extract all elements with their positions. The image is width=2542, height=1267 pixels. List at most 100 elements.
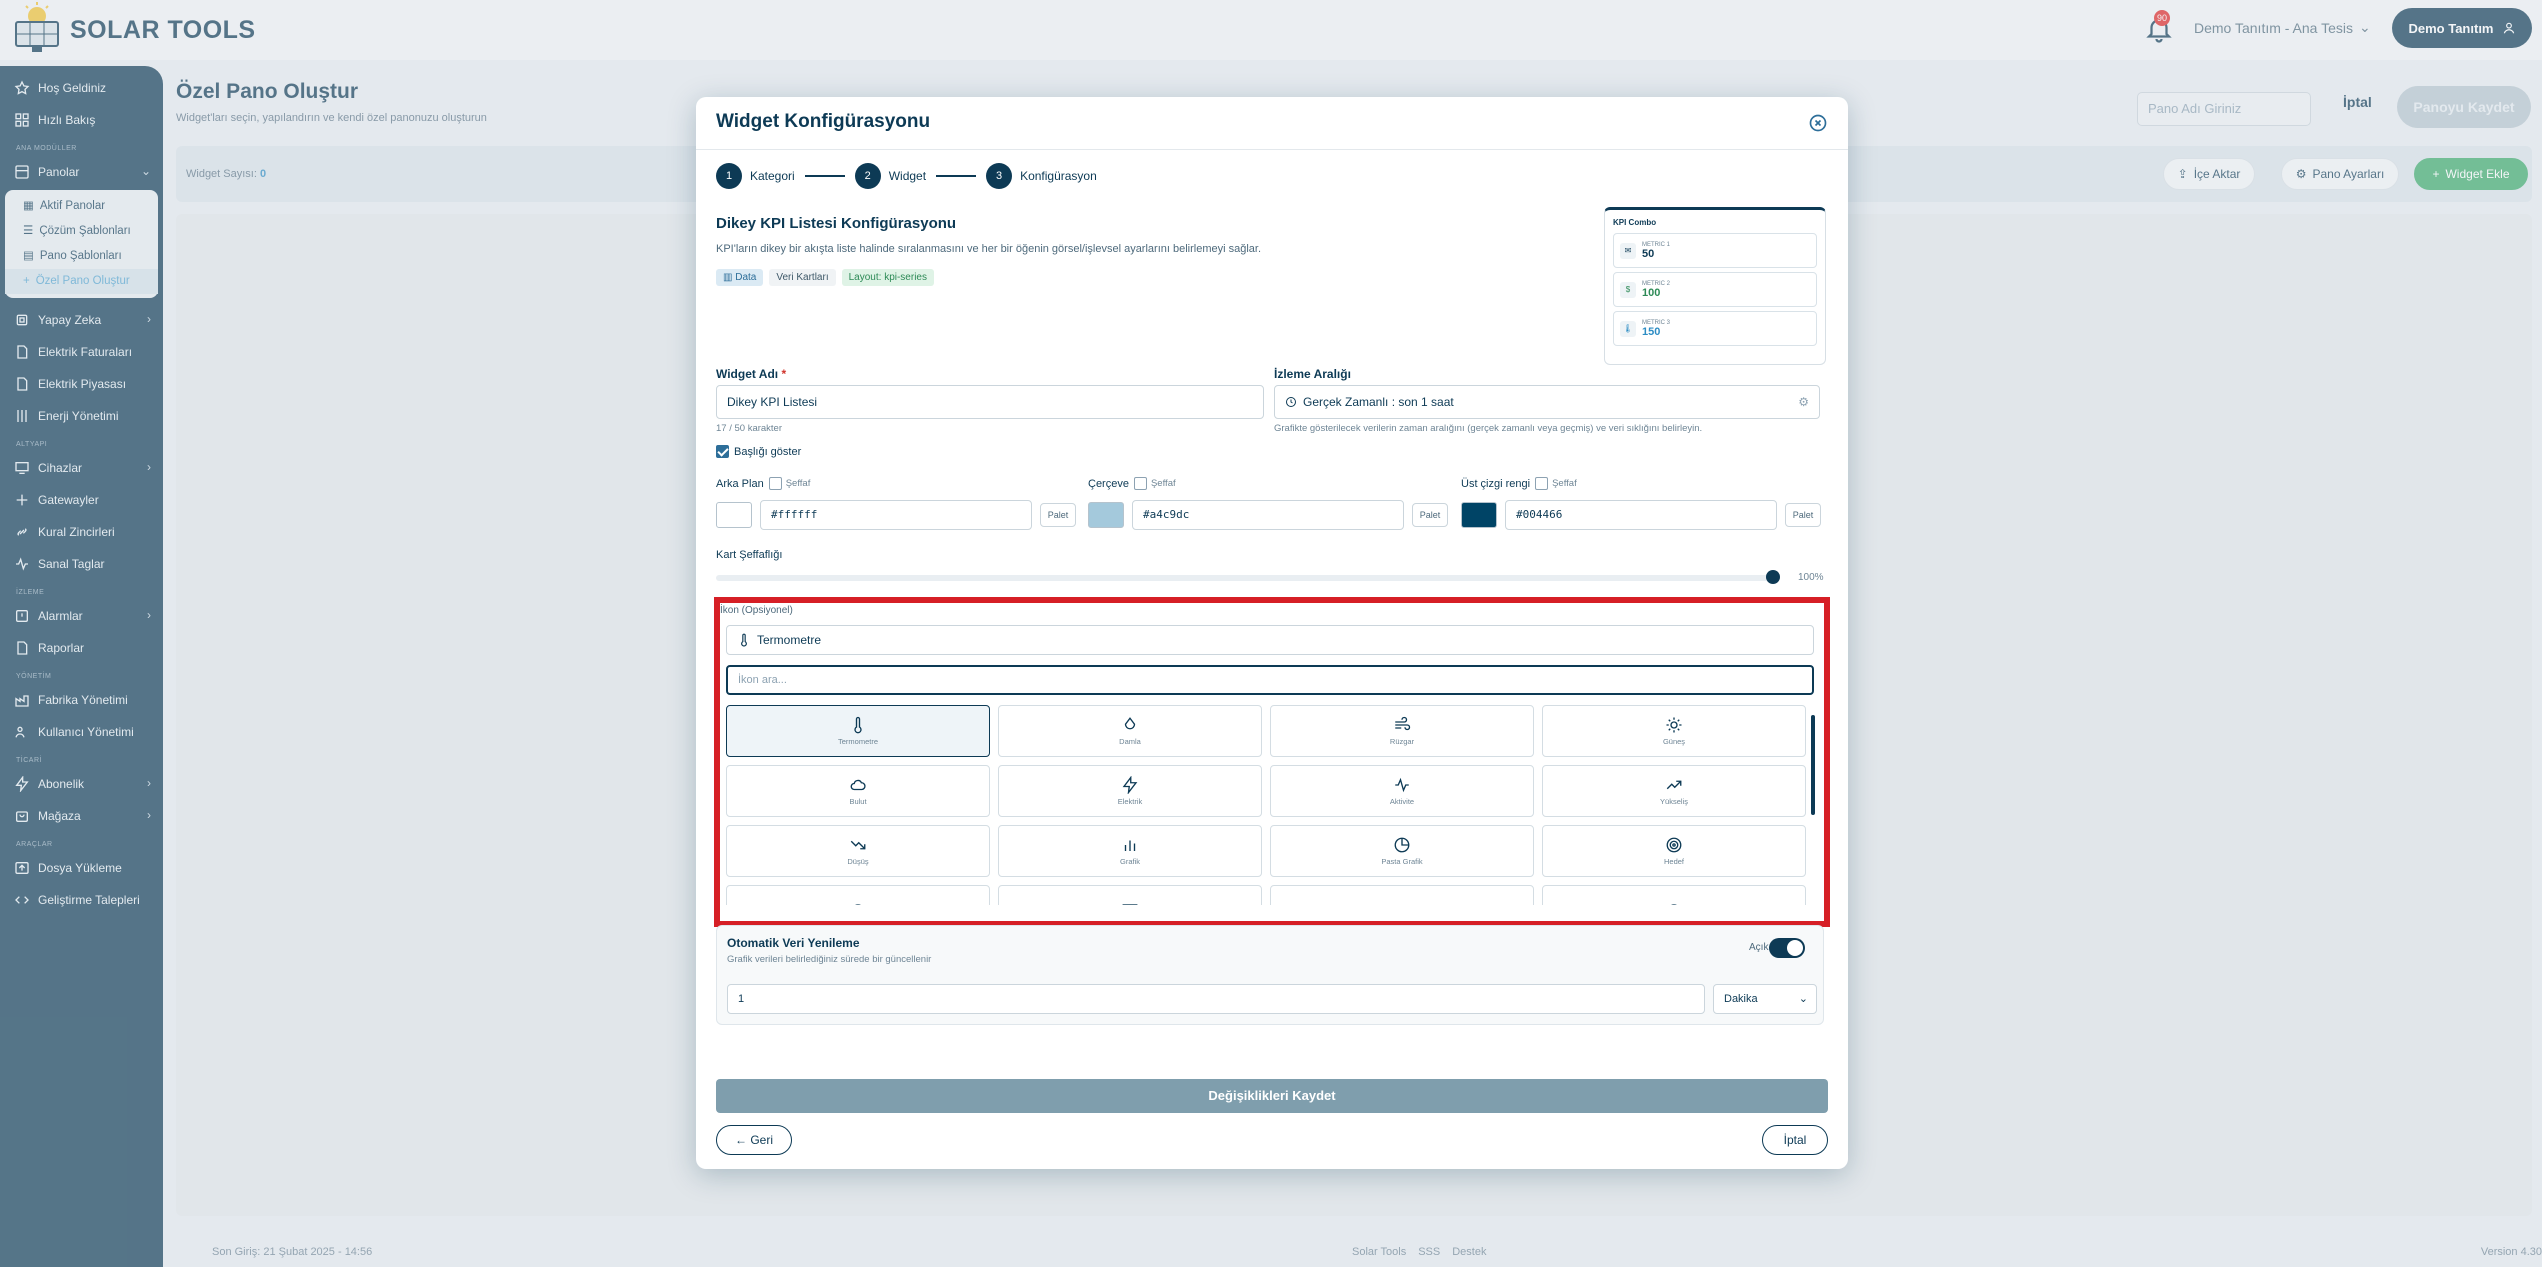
icon-search-input[interactable]: İkon ara... — [726, 665, 1814, 695]
config-description: KPI'ların dikey bir akışta liste halinde… — [716, 243, 1262, 255]
checkbox[interactable] — [1133, 477, 1147, 490]
icon-option[interactable]: Yükseliş — [1542, 765, 1806, 817]
pie-chart-icon — [1394, 837, 1410, 853]
icon-option[interactable] — [726, 885, 990, 905]
topline-palette-button[interactable]: Palet — [1785, 503, 1821, 527]
thermometer-icon — [854, 716, 862, 734]
metric-label: METRIC 3 — [1642, 319, 1671, 326]
range-hint: Grafikte gösterilecek verilerin zaman ar… — [1274, 423, 1703, 434]
char-count: 17 / 50 karakter — [716, 423, 783, 434]
gauge-icon — [1393, 902, 1411, 905]
back-button[interactable]: ← Geri — [716, 1125, 792, 1155]
topline-hex-input[interactable]: #004466 — [1505, 500, 1777, 530]
zap-icon — [1122, 776, 1138, 794]
widget-name-input[interactable]: Dikey KPI Listesi — [716, 385, 1264, 419]
icon-option[interactable]: Elektrik — [998, 765, 1262, 817]
icon-option[interactable]: Aktivite — [1270, 765, 1534, 817]
bg-palette-button[interactable]: Palet — [1040, 503, 1076, 527]
icon-option[interactable]: Grafik — [998, 825, 1262, 877]
widget-preview: KPI Combo ✉ METRIC 1 50 $ METRIC 2 100 🌡 M… — [1604, 207, 1826, 365]
unit-value: Dakika — [1724, 993, 1758, 1005]
save-changes-button[interactable]: Değişiklikleri Kaydet — [716, 1079, 1828, 1113]
metric-value: 50 — [1642, 247, 1655, 260]
toggle-label: Açık — [1749, 942, 1769, 953]
step-number[interactable]: 1 — [716, 163, 742, 189]
cloud-icon — [850, 779, 866, 791]
icon-option[interactable]: Bulut — [726, 765, 990, 817]
close-icon[interactable] — [1808, 113, 1828, 133]
cancel-button[interactable]: İptal — [1762, 1125, 1828, 1155]
icon-label: İkon (Opsiyonel) — [720, 605, 793, 616]
gear-icon[interactable]: ⚙ — [1798, 386, 1809, 418]
refresh-interval-input[interactable]: 1 — [727, 984, 1705, 1014]
trending-up-icon — [1666, 780, 1682, 790]
label-text: Üst çizgi rengi — [1461, 477, 1531, 490]
topline-color-swatch[interactable] — [1461, 502, 1497, 528]
icon-option-label: Yükseliş — [1660, 797, 1688, 806]
step-connector — [804, 175, 845, 177]
chevron-down-icon: ⌄ — [1798, 993, 1808, 1005]
bar-chart-icon: ▥ — [723, 272, 736, 283]
border-color-swatch[interactable] — [1088, 502, 1124, 528]
bg-hex-input[interactable]: #ffffff — [760, 500, 1032, 530]
scrollbar-thumb[interactable] — [1811, 715, 1815, 815]
thermometer-icon — [741, 633, 747, 647]
checkbox-label: Şeffaf — [1552, 478, 1577, 489]
icon-option[interactable] — [1542, 885, 1806, 905]
checkbox-label: Şeffaf — [785, 478, 811, 489]
transparent-checkbox[interactable]: Şeffaf — [1535, 477, 1577, 490]
auto-refresh-description: Grafik verileri belirlediğiniz sürede bi… — [727, 954, 932, 965]
icon-option-label: Pasta Grafik — [1381, 857, 1423, 866]
tag-label: Data — [735, 272, 757, 283]
opacity-slider[interactable] — [716, 575, 1774, 581]
icon-option[interactable]: Termometre — [726, 705, 990, 757]
metric-value: 100 — [1642, 286, 1661, 299]
range-select[interactable]: Gerçek Zamanlı : son 1 saat ⚙ — [1274, 385, 1820, 419]
trending-down-icon — [850, 840, 866, 850]
icon-option[interactable]: Düşüş — [726, 825, 990, 877]
preview-metric: ✉ METRIC 1 50 — [1613, 233, 1817, 268]
icon-option-label: Hedef — [1663, 857, 1684, 866]
opacity-slider-handle[interactable] — [1766, 570, 1780, 584]
label-text: Çerçeve — [1088, 477, 1129, 490]
step-number[interactable]: 2 — [854, 163, 881, 189]
bg-color-swatch[interactable] — [716, 502, 752, 528]
icon-option[interactable]: Hedef — [1542, 825, 1806, 877]
icon-option[interactable] — [998, 885, 1262, 905]
icon-option[interactable]: Pasta Grafik — [1270, 825, 1534, 877]
transparent-checkbox[interactable]: Şeffaf — [1133, 477, 1176, 490]
checkbox[interactable] — [768, 477, 782, 490]
metric-value: 150 — [1642, 325, 1661, 338]
icon-option[interactable]: Rüzgar — [1270, 705, 1534, 757]
border-palette-button[interactable]: Palet — [1412, 503, 1448, 527]
transparent-checkbox[interactable]: Şeffaf — [768, 477, 811, 490]
icon-option[interactable] — [1270, 885, 1534, 905]
divider — [696, 149, 1848, 150]
selected-icon-field[interactable]: Termometre — [726, 625, 1814, 655]
auto-refresh-toggle[interactable] — [1769, 938, 1805, 958]
bg-color-label: Arka Plan Şeffaf — [716, 477, 810, 490]
opacity-label: Kart Şeffaflığı — [716, 549, 783, 561]
step-label: Konfigürasyon — [1020, 169, 1097, 183]
checkbox-label: Şeffaf — [1150, 478, 1176, 489]
step-connector — [936, 175, 977, 177]
icon-option[interactable]: Damla — [998, 705, 1262, 757]
icon-option[interactable]: Güneş — [1542, 705, 1806, 757]
modal-title: Widget Konfigürasyonu — [716, 111, 931, 132]
show-title-checkbox[interactable]: Başlığı göster — [716, 445, 801, 458]
sun-icon — [1666, 717, 1682, 733]
refresh-unit-select[interactable]: Dakika ⌄ — [1713, 984, 1817, 1014]
dollar-icon: $ — [1620, 281, 1636, 298]
label-text: Arka Plan — [716, 477, 764, 490]
gear-icon — [855, 904, 861, 905]
checkbox[interactable] — [716, 445, 729, 458]
required-marker: * — [781, 367, 787, 381]
stepper: 1 Kategori 2 Widget 3 Konfigürasyon — [716, 163, 1107, 189]
checkbox[interactable] — [1535, 477, 1549, 490]
border-hex-input[interactable]: #a4c9dc — [1132, 500, 1404, 530]
config-title: Dikey KPI Listesi Konfigürasyonu — [716, 215, 957, 232]
step-number[interactable]: 3 — [986, 163, 1013, 189]
widget-tags: ▥ Data Veri Kartları Layout: kpi-series — [716, 269, 934, 286]
tag-category: Veri Kartları — [769, 269, 836, 286]
label-text: Widget Adı — [716, 367, 779, 381]
